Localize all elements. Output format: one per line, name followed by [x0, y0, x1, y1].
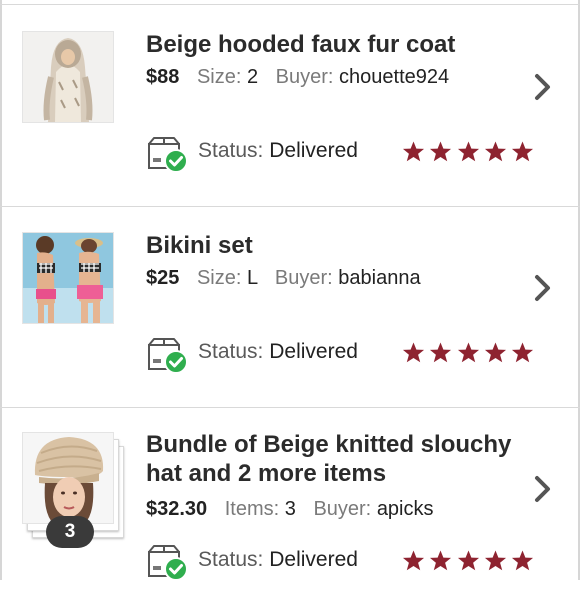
chevron-right-icon[interactable] [532, 72, 554, 102]
status-value: Delivered [269, 548, 358, 571]
bundle-count-badge: 3 [46, 516, 94, 548]
rating-stars [402, 341, 534, 365]
buyer-label: Buyer: [275, 66, 334, 88]
order-row[interactable]: Beige hooded faux fur coat $88 Size: 2 B… [0, 6, 580, 206]
top-divider [0, 4, 580, 5]
order-row[interactable]: Bikini set $25 Size: L Buyer: babianna S… [0, 207, 580, 407]
order-status: Status: Delivered [198, 548, 358, 572]
buyer-label: Buyer: [274, 267, 333, 289]
bikini-set-photo [22, 232, 114, 324]
star-icon [430, 141, 452, 162]
star-icon [484, 550, 506, 571]
star-icon [457, 342, 479, 363]
order-status: Status: Delivered [198, 340, 358, 364]
buyer-name: chouette924 [339, 66, 450, 88]
star-icon [511, 550, 534, 571]
item-title: Bundle of Beige knitted slouchy hat and … [146, 430, 546, 488]
star-icon [402, 342, 425, 363]
delivered-box-icon [148, 137, 188, 173]
buyer-label: Buyer: [313, 498, 372, 520]
star-icon [402, 141, 425, 162]
star-icon [511, 141, 534, 162]
item-price: $88 [146, 66, 180, 88]
star-icon [430, 550, 452, 571]
item-price: $32.30 [146, 498, 208, 520]
faux-fur-coat-photo [22, 31, 114, 123]
star-icon [457, 141, 479, 162]
chevron-right-icon[interactable] [532, 273, 554, 303]
size-value: 2 [246, 66, 259, 88]
item-title: Beige hooded faux fur coat [146, 31, 456, 58]
item-title: Bikini set [146, 232, 253, 259]
slouchy-hat-photo [22, 432, 114, 524]
status-value: Delivered [269, 139, 358, 162]
buyer-name: babianna [338, 267, 421, 289]
delivered-box-icon [148, 545, 188, 581]
delivered-box-icon [148, 338, 188, 374]
star-icon [511, 342, 534, 363]
item-meta: $88 Size: 2 Buyer: chouette924 [146, 66, 449, 89]
buyer-name: apicks [376, 498, 434, 520]
chevron-right-icon[interactable] [532, 474, 554, 504]
item-title-line: hat and 2 more items [146, 460, 387, 487]
star-icon [402, 550, 425, 571]
size-value: L [246, 267, 258, 289]
star-icon [457, 550, 479, 571]
size-label: Size: [196, 267, 242, 289]
star-icon [430, 342, 452, 363]
status-label: Status: [198, 139, 264, 162]
status-value: Delivered [269, 340, 358, 363]
order-row[interactable]: 3 Bundle of Beige knitted slouchy hat an… [0, 408, 580, 608]
rating-stars [402, 140, 534, 164]
star-icon [484, 342, 506, 363]
items-value: 3 [284, 498, 296, 520]
item-title-line: Bundle of Beige knitted slouchy [146, 431, 512, 458]
star-icon [484, 141, 506, 162]
size-label: Size: [196, 66, 242, 88]
rating-stars [402, 549, 534, 573]
status-label: Status: [198, 548, 264, 571]
item-price: $25 [146, 267, 180, 289]
items-label: Items: [224, 498, 280, 520]
status-label: Status: [198, 340, 264, 363]
item-meta: $25 Size: L Buyer: babianna [146, 267, 421, 290]
item-meta: $32.30 Items: 3 Buyer: apicks [146, 498, 434, 521]
order-status: Status: Delivered [198, 139, 358, 163]
